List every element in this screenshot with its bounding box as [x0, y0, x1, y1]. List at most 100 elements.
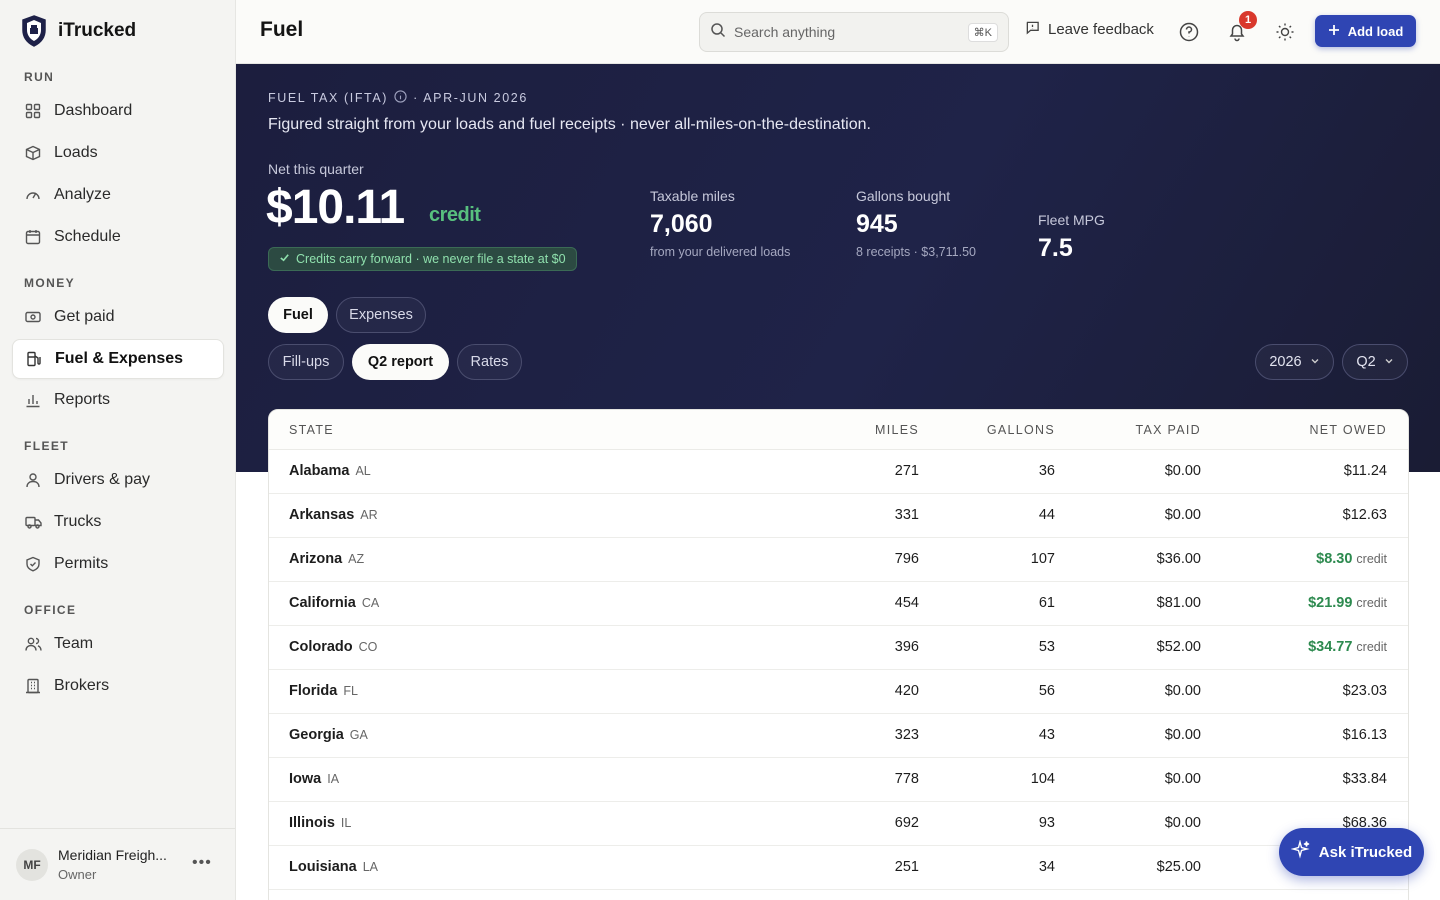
hero-subtitle: Figured straight from your loads and fue…: [268, 116, 871, 133]
theme-sun-icon[interactable]: [1273, 20, 1297, 44]
net-owed-value: $11.24: [1343, 463, 1387, 479]
tab-expenses[interactable]: Expenses: [336, 297, 426, 333]
sidebar-item-get-paid[interactable]: Get paid: [12, 297, 224, 337]
year-value: 2026: [1269, 354, 1302, 370]
cell-net-owed: $21.99 credit: [1308, 595, 1387, 611]
sidebar-item-analyze[interactable]: Analyze: [12, 175, 224, 215]
calendar-icon: [24, 228, 42, 246]
nav-section-office: OFFICE: [24, 603, 77, 617]
carry-forward-badge: Credits carry forward · we never file a …: [268, 247, 577, 271]
state-code: AL: [355, 464, 371, 478]
table-header: STATE MILES GALLONS TAX PAID NET OWED: [269, 410, 1408, 450]
tab-q2-report[interactable]: Q2 report: [352, 344, 449, 380]
brand[interactable]: iTrucked: [20, 14, 136, 48]
tab-rates[interactable]: Rates: [457, 344, 522, 380]
table-row[interactable]: Colorado CO 396 53 $52.00 $34.77 credit: [269, 626, 1408, 670]
kicker-period: · APR-JUN 2026: [413, 91, 528, 105]
table-row[interactable]: Arkansas AR 331 44 $0.00 $12.63: [269, 494, 1408, 538]
credit-label: credit: [1356, 640, 1387, 654]
cell-net-owed: $8.30 credit: [1316, 551, 1387, 567]
org-name[interactable]: Meridian Freigh...: [58, 847, 167, 863]
quarter-select[interactable]: Q2: [1342, 344, 1408, 380]
state-name: Alabama: [289, 463, 350, 479]
leave-feedback-button[interactable]: Leave feedback: [1025, 20, 1154, 39]
col-miles[interactable]: MILES: [875, 423, 919, 437]
users-icon: [24, 635, 42, 653]
state-code: LA: [362, 860, 378, 874]
year-select[interactable]: 2026: [1255, 344, 1334, 380]
feedback-icon: [1025, 20, 1040, 39]
net-credit-suffix: credit: [429, 204, 481, 226]
state-name: Arizona: [289, 551, 343, 567]
stat-value: 945: [856, 210, 898, 238]
truck-icon: [24, 513, 42, 531]
table-row[interactable]: Georgia GA 323 43 $0.00 $16.13: [269, 714, 1408, 758]
nav-section-fleet: FLEET: [24, 439, 69, 453]
user-icon: [24, 471, 42, 489]
cell-miles: 331: [894, 507, 919, 523]
grid-icon: [24, 102, 42, 120]
cell-gallons: 104: [1030, 771, 1055, 787]
sidebar-item-brokers[interactable]: Brokers: [12, 666, 224, 706]
org-role: Owner: [58, 867, 97, 882]
cell-miles: 454: [894, 595, 919, 611]
info-icon[interactable]: [394, 90, 407, 106]
sidebar-item-trucks[interactable]: Trucks: [12, 502, 224, 542]
box-icon: [24, 144, 42, 162]
table-row[interactable]: Louisiana LA 251 34 $25.00: [269, 846, 1408, 890]
avatar[interactable]: MF: [16, 849, 48, 881]
app-name: iTrucked: [58, 20, 137, 41]
feedback-label: Leave feedback: [1048, 21, 1154, 38]
table-row[interactable]: Iowa IA 778 104 $0.00 $33.84: [269, 758, 1408, 802]
help-icon[interactable]: [1177, 20, 1201, 44]
cell-miles: 323: [894, 727, 919, 743]
table-row[interactable]: Alabama AL 271 36 $0.00 $11.24: [269, 450, 1408, 494]
sidebar-item-fuel-expenses[interactable]: Fuel & Expenses: [12, 339, 224, 379]
sidebar-item-label: Team: [54, 635, 94, 652]
plus-icon: [1328, 24, 1340, 39]
cell-state: Colorado CO: [289, 639, 377, 655]
stat-taxable-miles: Taxable miles 7,060 from your delivered …: [650, 188, 790, 259]
tab-fill-ups[interactable]: Fill-ups: [268, 344, 344, 380]
sidebar-item-reports[interactable]: Reports: [12, 380, 224, 420]
sidebar-item-label: Get paid: [54, 308, 115, 325]
nav-section-run: RUN: [24, 70, 55, 84]
sidebar-item-label: Dashboard: [54, 102, 133, 119]
col-state[interactable]: STATE: [289, 423, 334, 437]
sidebar-item-team[interactable]: Team: [12, 624, 224, 664]
table-row[interactable]: California CA 454 61 $81.00 $21.99 credit: [269, 582, 1408, 626]
table-row[interactable]: Florida FL 420 56 $0.00 $23.03: [269, 670, 1408, 714]
state-name: Colorado: [289, 639, 353, 655]
more-options-icon[interactable]: •••: [192, 854, 212, 872]
table-row[interactable]: Arizona AZ 796 107 $36.00 $8.30 credit: [269, 538, 1408, 582]
sidebar-item-dashboard[interactable]: Dashboard: [12, 91, 224, 131]
sidebar-item-label: Reports: [54, 391, 111, 408]
net-owed-value: $33.84: [1342, 771, 1387, 787]
sidebar-item-label: Drivers & pay: [54, 471, 151, 488]
sidebar-item-permits[interactable]: Permits: [12, 544, 224, 584]
stat-note: 8 receipts · $3,711.50: [856, 245, 976, 259]
sidebar-item-schedule[interactable]: Schedule: [12, 217, 224, 257]
ask-itrucked-button[interactable]: Ask iTrucked: [1279, 828, 1424, 876]
state-code: CO: [358, 640, 378, 654]
cell-gallons: 34: [1038, 859, 1055, 875]
add-load-button[interactable]: Add load: [1315, 15, 1416, 47]
stat-label: Taxable miles: [650, 188, 735, 204]
gauge-icon: [24, 186, 42, 204]
stat-label: Fleet MPG: [1038, 212, 1105, 228]
state-name: Georgia: [289, 727, 344, 743]
search-input[interactable]: Search anything ⌘K: [699, 12, 1009, 52]
col-net-owed[interactable]: NET OWED: [1309, 423, 1387, 437]
col-tax-paid[interactable]: TAX PAID: [1135, 423, 1201, 437]
search-placeholder: Search anything: [734, 24, 836, 40]
carry-note: Credits carry forward · we never file a …: [296, 252, 566, 266]
table-row[interactable]: Illinois IL 692 93 $0.00 $68.36: [269, 802, 1408, 846]
col-gallons[interactable]: GALLONS: [987, 423, 1055, 437]
cell-gallons: 56: [1038, 683, 1055, 699]
sidebar-item-loads[interactable]: Loads: [12, 133, 224, 173]
tab-fuel[interactable]: Fuel: [268, 297, 328, 333]
cell-tax-paid: $52.00: [1156, 639, 1201, 655]
sidebar-item-drivers-pay[interactable]: Drivers & pay: [12, 460, 224, 500]
cell-gallons: 107: [1030, 551, 1055, 567]
cell-miles: 271: [894, 463, 919, 479]
